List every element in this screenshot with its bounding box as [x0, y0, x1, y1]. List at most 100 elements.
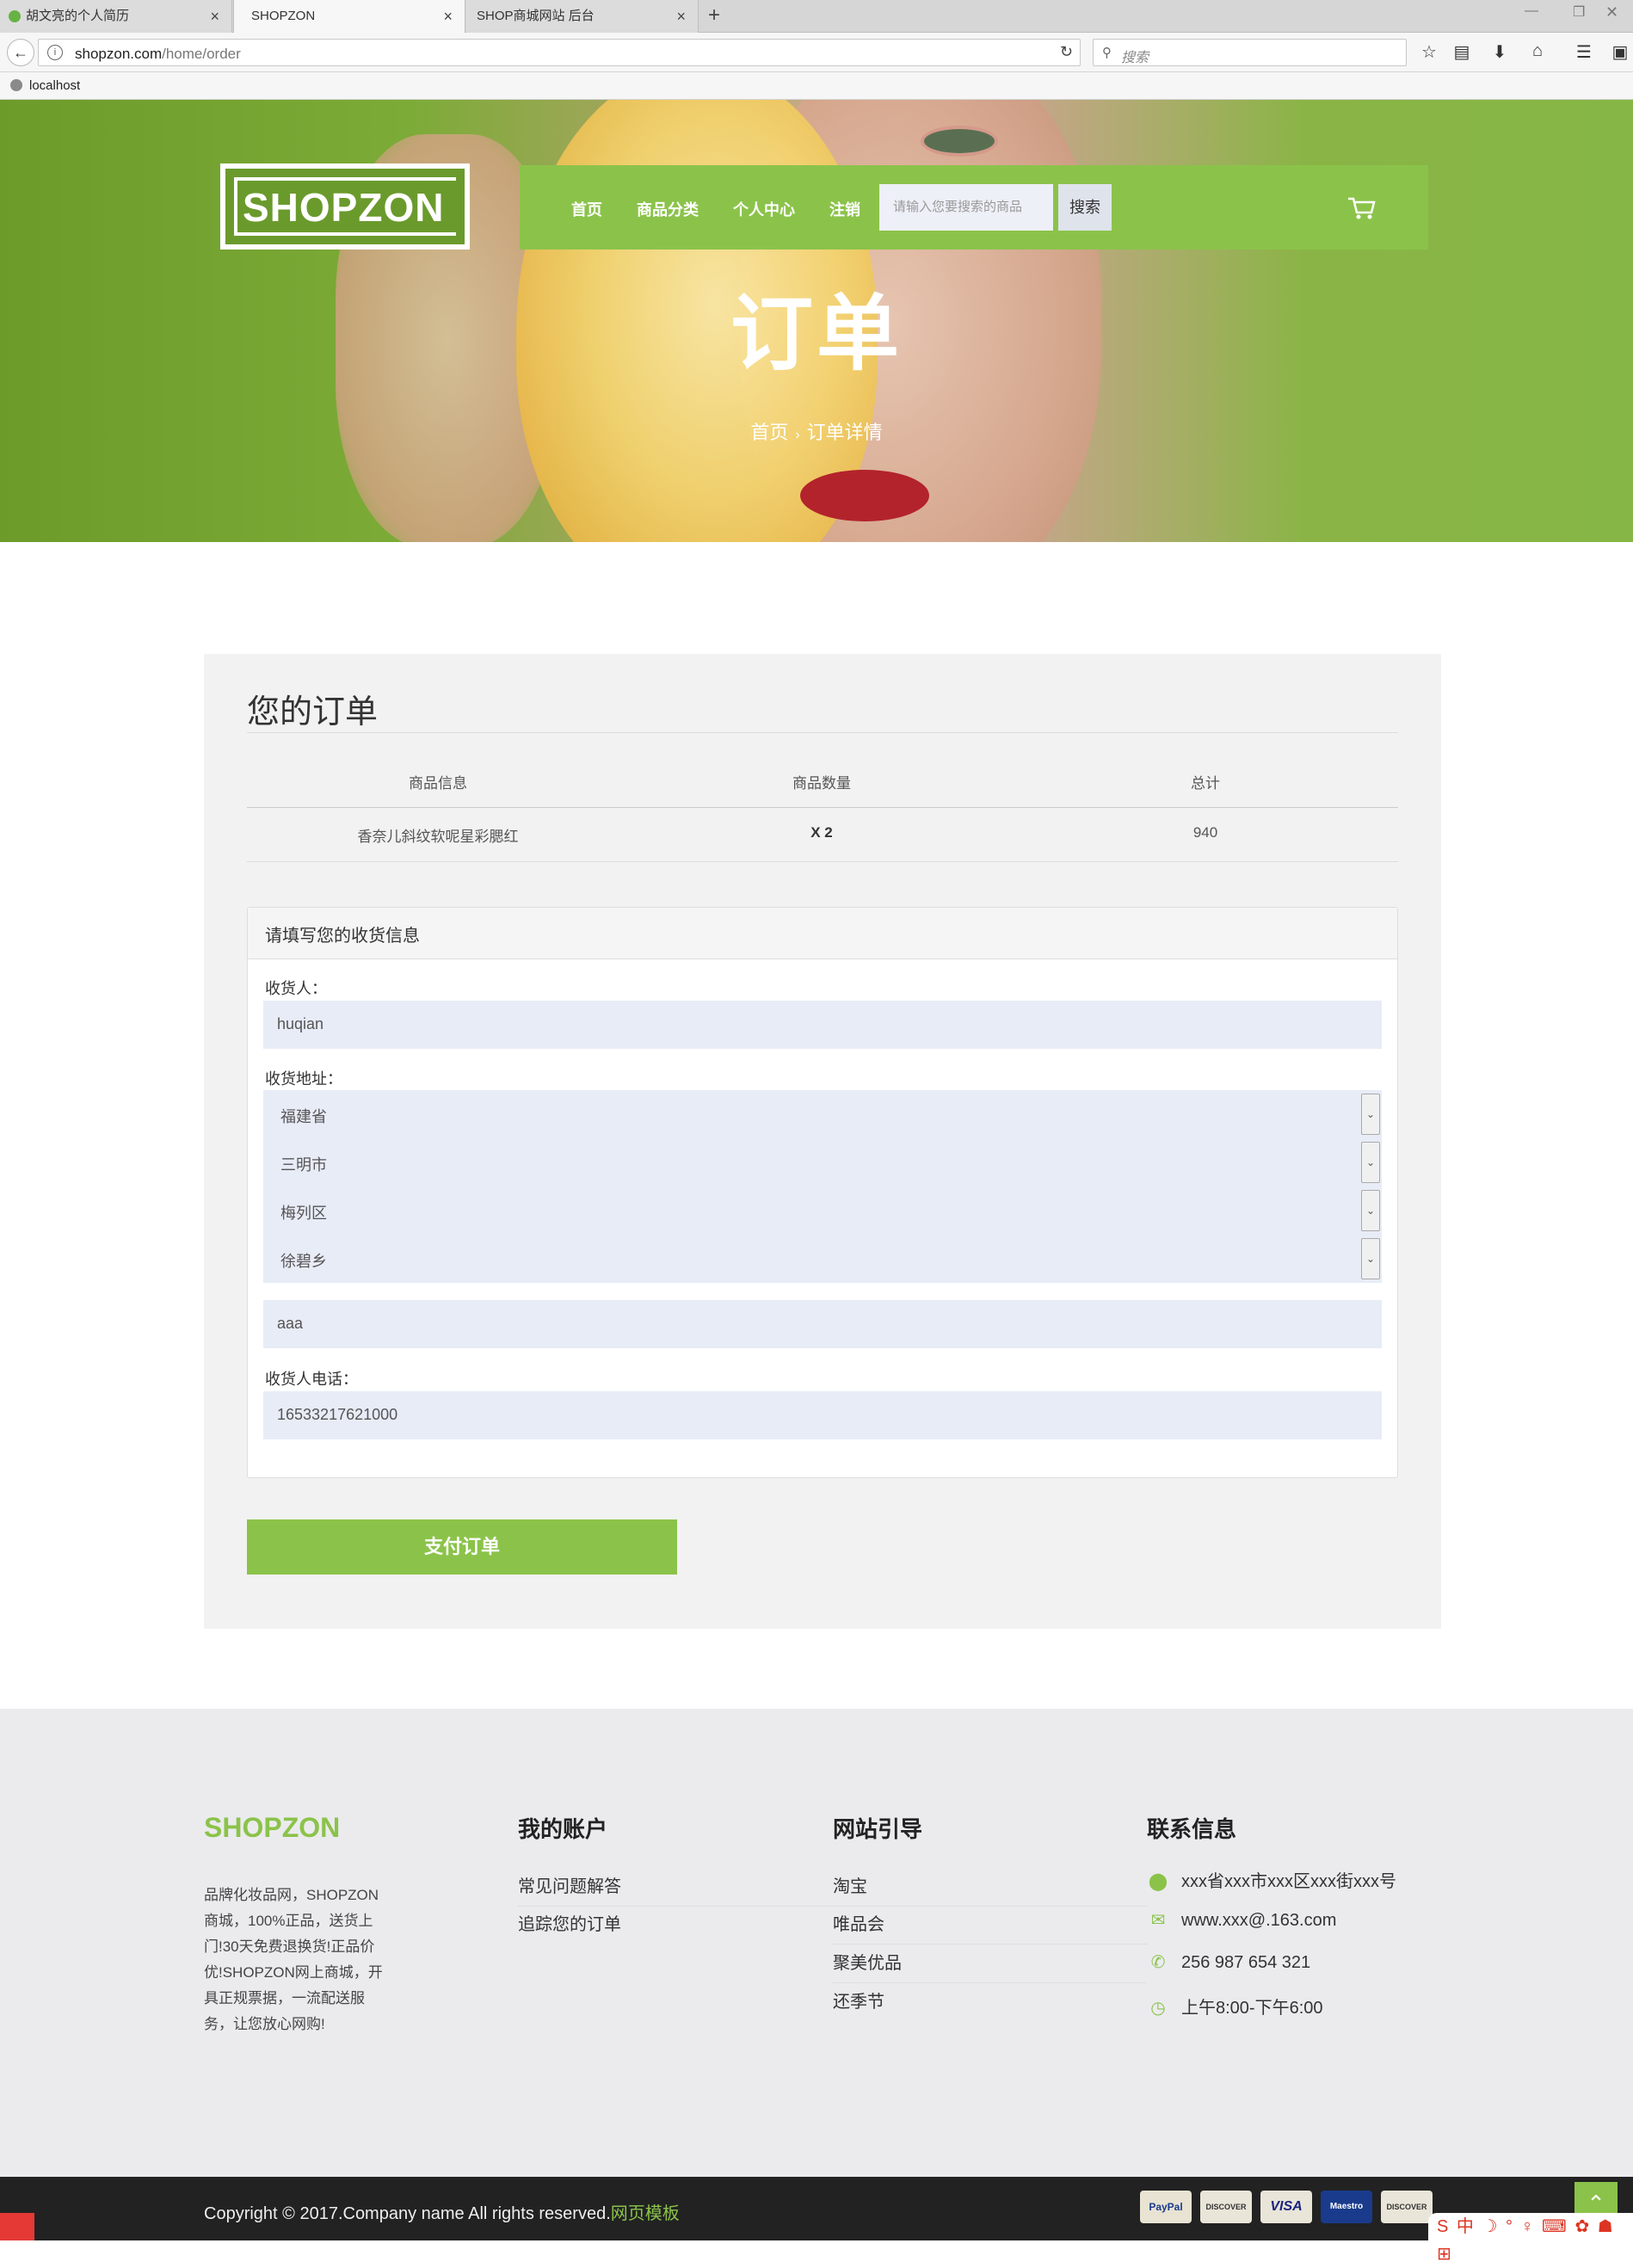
- chevron-down-icon[interactable]: ⌄: [1361, 1190, 1380, 1231]
- url-bar[interactable]: i shopzon.com/home/order ↻: [38, 39, 1081, 66]
- footer-phone: ✆ 256 987 654 321: [1147, 1951, 1311, 1973]
- header-quantity: 商品数量: [792, 775, 851, 792]
- restore-icon[interactable]: ❐: [1573, 3, 1585, 21]
- footer-link-jumei[interactable]: 聚美优品: [833, 1949, 1147, 1983]
- reading-list-icon[interactable]: ▤: [1451, 41, 1473, 63]
- tab-label: SHOP商城网站 后台: [477, 9, 595, 23]
- header-total: 总计: [1191, 775, 1220, 792]
- clock-icon: ◷: [1150, 1999, 1166, 2018]
- province-value: 福建省: [280, 1108, 327, 1125]
- shipping-heading: 请填写您的收货信息: [248, 908, 1397, 959]
- menu-icon[interactable]: ☰: [1573, 41, 1595, 63]
- url-text: shopzon.com/home/order: [75, 46, 241, 62]
- receiver-input[interactable]: huqian: [263, 1001, 1382, 1049]
- hero-eye-graphic: [921, 126, 998, 157]
- tab-shopzon[interactable]: SHOPZON ×: [233, 0, 465, 34]
- paypal-card-icon: PayPal: [1140, 2191, 1192, 2223]
- site-footer: SHOPZON 品牌化妆品网，SHOPZON商城，100%正品，送货上门!30天…: [0, 1709, 1633, 2177]
- info-icon[interactable]: i: [47, 45, 63, 60]
- tab-label: SHOPZON: [251, 9, 316, 23]
- discover-card-icon: DISCOVER: [1200, 2191, 1252, 2223]
- breadcrumb: 首页 › 订单详情: [0, 417, 1633, 445]
- map-pin-icon: ⬤: [1148, 1872, 1168, 1891]
- tab-admin[interactable]: SHOP商城网站 后台 ×: [466, 0, 699, 33]
- footer-hours: ◷ 上午8:00-下午6:00: [1147, 1994, 1322, 2018]
- site-logo[interactable]: SHOPZON: [220, 163, 470, 250]
- maestro-card-icon: Maestro: [1321, 2191, 1372, 2223]
- pay-order-button[interactable]: 支付订单: [247, 1519, 677, 1575]
- footer-account-title: 我的账户: [518, 1816, 608, 1842]
- footer-address: ⬤ xxx省xxx市xxx区xxx街xxx号: [1148, 1872, 1396, 1891]
- footer-link-vip[interactable]: 唯品会: [833, 1910, 1147, 1944]
- window-close-icon[interactable]: ✕: [1605, 3, 1618, 22]
- footer-link-track-order[interactable]: 追踪您的订单: [518, 1910, 832, 1944]
- nav-logout[interactable]: 注销: [829, 198, 860, 220]
- product-search-button[interactable]: 搜索: [1058, 184, 1112, 231]
- search-placeholder: 搜索: [1121, 51, 1149, 65]
- ime-toolbar[interactable]: S 中 ☽ ° ♀ ⌨ ✿ ☗ ⊞: [1428, 2213, 1633, 2264]
- search-icon: ⚲: [1102, 46, 1112, 60]
- receiver-label: 收货人：: [265, 980, 327, 997]
- shipping-form: 请填写您的收货信息 收货人： huqian 收货地址： 福建省 ⌄ 三明市 ⌄ …: [247, 907, 1398, 1478]
- district-value: 梅列区: [280, 1205, 327, 1222]
- copyright-text: Copyright © 2017.Company name All rights…: [204, 2204, 680, 2223]
- tab-strip: 胡文亮的个人简历 × SHOPZON × SHOP商城网站 后台 × + — ❐…: [0, 0, 1633, 34]
- footer-email: ✉ www.xxx@.163.com: [1147, 1909, 1337, 1931]
- new-tab-button[interactable]: +: [699, 0, 730, 33]
- order-item-total: 940: [1192, 824, 1218, 841]
- extension-icon[interactable]: ▣: [1609, 41, 1631, 63]
- envelope-icon: ✉: [1150, 1911, 1166, 1930]
- reload-icon[interactable]: ↻: [1060, 43, 1073, 61]
- tab-resume[interactable]: 胡文亮的个人简历 ×: [0, 0, 232, 33]
- close-icon[interactable]: ×: [676, 0, 686, 33]
- breadcrumb-current: 订单详情: [806, 422, 883, 443]
- copyright-bar: Copyright © 2017.Company name All rights…: [0, 2177, 1633, 2240]
- browser-search-field[interactable]: ⚲ 搜索: [1093, 39, 1407, 66]
- chevron-down-icon[interactable]: ⌄: [1361, 1238, 1380, 1279]
- close-icon[interactable]: ×: [210, 0, 219, 33]
- template-link[interactable]: 网页模板: [611, 2204, 680, 2223]
- footer-link-faq[interactable]: 常见问题解答: [518, 1872, 832, 1907]
- nav-home[interactable]: 首页: [571, 198, 602, 220]
- phone-icon: ✆: [1150, 1953, 1166, 1972]
- footer-guide-title: 网站引导: [833, 1816, 923, 1842]
- browser-chrome: 胡文亮的个人简历 × SHOPZON × SHOP商城网站 后台 × + — ❐…: [0, 0, 1633, 100]
- street-address-input[interactable]: aaa: [263, 1300, 1382, 1348]
- home-icon[interactable]: ⌂: [1526, 41, 1549, 61]
- district-select[interactable]: 梅列区 ⌄: [263, 1186, 1382, 1235]
- footer-link-season[interactable]: 还季节: [833, 1988, 1147, 2021]
- minimize-icon[interactable]: —: [1525, 3, 1538, 19]
- chevron-down-icon[interactable]: ⌄: [1361, 1094, 1380, 1135]
- product-search-input[interactable]: 请输入您要搜索的商品: [879, 184, 1053, 231]
- bookmark-localhost[interactable]: localhost: [10, 78, 80, 93]
- navigation-toolbar: ← i shopzon.com/home/order ↻ ⚲ 搜索: [0, 33, 1633, 72]
- phone-label: 收货人电话：: [265, 1371, 358, 1388]
- province-select[interactable]: 福建省 ⌄: [263, 1090, 1382, 1138]
- nav-categories[interactable]: 商品分类: [637, 198, 699, 220]
- bookmark-star-icon[interactable]: ☆: [1418, 41, 1440, 63]
- hero-lips-graphic: [800, 470, 929, 521]
- town-select[interactable]: 徐碧乡 ⌄: [263, 1235, 1382, 1283]
- close-icon[interactable]: ×: [443, 0, 453, 33]
- globe-icon: [10, 79, 22, 91]
- phone-input[interactable]: 16533217621000: [263, 1391, 1382, 1439]
- tab-label: 胡文亮的个人简历: [26, 9, 130, 23]
- page-title: 订单: [730, 288, 903, 380]
- town-value: 徐碧乡: [280, 1253, 327, 1270]
- city-value: 三明市: [280, 1156, 327, 1174]
- divider: [247, 861, 1398, 862]
- taskbar-app-icon[interactable]: [0, 2213, 34, 2240]
- main-nav: 首页 商品分类 个人中心 注销 请输入您要搜索的商品 搜索: [520, 165, 1428, 250]
- city-select[interactable]: 三明市 ⌄: [263, 1138, 1382, 1186]
- discover-card-icon: DISCOVER: [1381, 2191, 1433, 2223]
- chevron-down-icon[interactable]: ⌄: [1361, 1142, 1380, 1183]
- logo-text: SHOPZON: [243, 185, 445, 230]
- visa-card-icon: VISA: [1260, 2191, 1312, 2223]
- download-icon[interactable]: ⬇: [1488, 41, 1511, 63]
- cart-icon[interactable]: [1347, 196, 1377, 220]
- order-item-name: 香奈儿斜纹软呢星彩腮红: [357, 829, 519, 845]
- back-button[interactable]: ←: [7, 39, 34, 66]
- footer-link-taobao[interactable]: 淘宝: [833, 1872, 1147, 1907]
- nav-account[interactable]: 个人中心: [733, 198, 795, 220]
- breadcrumb-home[interactable]: 首页: [750, 422, 788, 443]
